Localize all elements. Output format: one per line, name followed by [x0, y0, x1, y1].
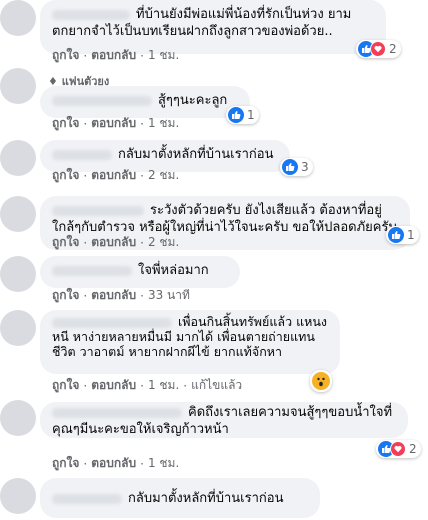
separator-dot: ·	[83, 168, 88, 183]
separator-dot: ·	[83, 48, 88, 63]
avatar[interactable]	[0, 310, 36, 346]
reply-button[interactable]: ตอบกลับ	[91, 233, 136, 252]
timestamp[interactable]: 1 ชม.	[148, 114, 179, 133]
reply-button[interactable]: ตอบกลับ	[91, 46, 136, 65]
thumbs-up-icon	[282, 159, 298, 175]
separator-dot: ·	[140, 168, 144, 183]
comment-bubble: เพื่อนกินสิ้นทรัพย์แล้ว แหนงหนี หาง่ายหล…	[40, 310, 340, 374]
like-button[interactable]: ถูกใจ	[52, 166, 79, 185]
timestamp[interactable]: 2 ชม.	[148, 166, 179, 185]
separator-dot: ·	[140, 48, 144, 63]
comment-text: ใจพี่หล่อมาก	[138, 263, 209, 278]
comment-text: กลับมาตั้งหลักที่บ้านเราก่อน	[118, 147, 274, 162]
separator-dot: ·	[83, 378, 88, 393]
timestamp[interactable]: 1 ชม.	[148, 46, 179, 65]
avatar[interactable]	[0, 196, 36, 232]
like-button[interactable]: ถูกใจ	[52, 454, 79, 473]
commenter-name[interactable]	[52, 407, 182, 418]
like-button[interactable]: ถูกใจ	[52, 46, 79, 65]
comment-actions: ถูกใจ · ตอบกลับ · 2 ชม.	[52, 166, 179, 185]
commenter-name[interactable]	[52, 317, 172, 328]
avatar[interactable]	[0, 68, 36, 104]
commenter-name[interactable]	[52, 9, 130, 20]
comment-bubble: คิดถึงเราเลยความจนสู้ๆๆขอบน้ำใจที่คุณๆมี…	[40, 402, 408, 438]
reply-button[interactable]: ตอบกลับ	[91, 286, 136, 305]
like-button[interactable]: ถูกใจ	[52, 376, 79, 395]
timestamp[interactable]: 2 ชม.	[148, 233, 179, 252]
reaction-count[interactable]: 2	[376, 440, 421, 458]
separator-dot: ·	[83, 235, 88, 250]
reaction-count[interactable]	[310, 370, 332, 392]
wow-face-icon	[312, 372, 330, 390]
separator-dot: ·	[83, 288, 88, 303]
separator-dot: ·	[140, 116, 144, 131]
reaction-count-number: 3	[301, 160, 309, 174]
avatar[interactable]	[0, 256, 36, 292]
commenter-name[interactable]	[52, 265, 132, 276]
reaction-count[interactable]: 1	[226, 106, 259, 124]
heart-icon	[370, 41, 386, 57]
reply-button[interactable]: ตอบกลับ	[91, 166, 136, 185]
thumbs-up-icon	[388, 227, 404, 243]
timestamp[interactable]: 1 ชม.	[148, 376, 179, 395]
separator-dot: ·	[140, 235, 144, 250]
comment-actions: ถูกใจ · ตอบกลับ · 1 ชม.	[52, 454, 179, 473]
reply-button[interactable]: ตอบกลับ	[91, 114, 136, 133]
reply-button[interactable]: ตอบกลับ	[91, 454, 136, 473]
thumbs-up-icon	[228, 107, 244, 123]
reaction-count[interactable]: 3	[280, 158, 313, 176]
reaction-count-number: 2	[409, 442, 417, 456]
timestamp[interactable]: 33 นาที	[148, 286, 190, 305]
avatar[interactable]	[0, 400, 36, 436]
comment-text: สู้ๆๆนะคะลูก	[158, 93, 228, 108]
avatar[interactable]	[0, 478, 36, 514]
commenter-name[interactable]	[52, 205, 144, 216]
comment-actions: ถูกใจ · ตอบกลับ · 33 นาที	[52, 286, 190, 305]
comment-text: กลับมาตั้งหลักที่บ้านเราก่อน	[128, 491, 284, 506]
separator-dot: ·	[140, 288, 144, 303]
reaction-count[interactable]: 2	[356, 40, 401, 58]
like-button[interactable]: ถูกใจ	[52, 114, 79, 133]
separator-dot: ·	[83, 456, 88, 471]
comment-actions: ถูกใจ · ตอบกลับ · 2 ชม.	[52, 233, 179, 252]
reaction-count-number: 2	[389, 42, 397, 56]
reply-button[interactable]: ตอบกลับ	[91, 376, 136, 395]
commenter-name[interactable]	[52, 149, 112, 160]
comment-actions: ถูกใจ · ตอบกลับ · 1 ชม.	[52, 114, 179, 133]
separator-dot: ·	[83, 116, 88, 131]
separator-dot: ·	[140, 378, 144, 393]
comment-bubble: ใจพี่หล่อมาก	[40, 256, 240, 288]
commenter-name[interactable]	[52, 493, 122, 504]
comment-bubble: กลับมาตั้งหลักที่บ้านเราก่อน	[40, 478, 320, 518]
comment-actions: ถูกใจ · ตอบกลับ · 1 ชม. · แก้ไขแล้ว	[52, 376, 242, 395]
heart-icon	[390, 441, 406, 457]
like-button[interactable]: ถูกใจ	[52, 286, 79, 305]
separator-dot: ·	[140, 456, 144, 471]
edited-label[interactable]: แก้ไขแล้ว	[191, 376, 242, 395]
avatar[interactable]	[0, 140, 36, 176]
like-button[interactable]: ถูกใจ	[52, 233, 79, 252]
commenter-name[interactable]	[52, 95, 152, 106]
timestamp[interactable]: 1 ชม.	[148, 454, 179, 473]
reaction-count-number: 1	[407, 228, 415, 242]
avatar[interactable]	[0, 0, 36, 36]
comment-actions: ถูกใจ · ตอบกลับ · 1 ชม.	[52, 46, 179, 65]
reaction-count[interactable]: 1	[386, 226, 419, 244]
reaction-count-number: 1	[247, 108, 255, 122]
separator-dot: ·	[183, 378, 188, 393]
